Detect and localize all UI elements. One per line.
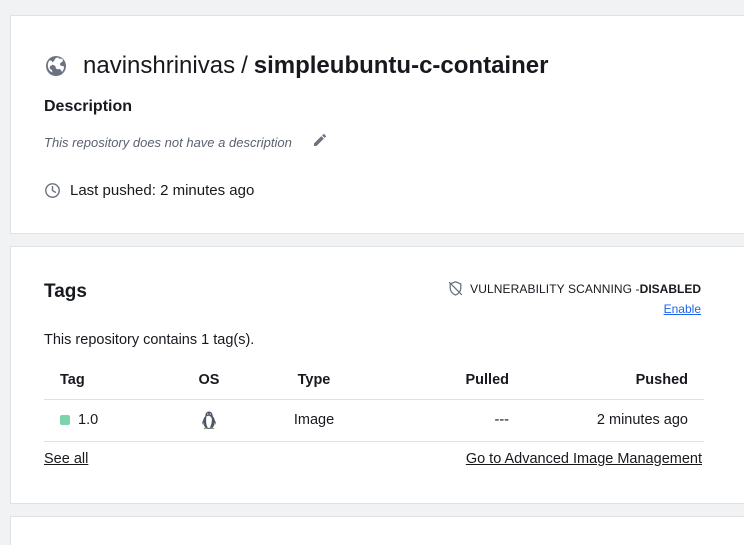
repository-title: navinshrinivas / simpleubuntu-c-container xyxy=(83,52,548,80)
tag-name[interactable]: 1.0 xyxy=(78,412,98,428)
tags-table: Tag OS Type Pulled Pushed 1.0 Image --- … xyxy=(44,361,704,442)
tags-heading: Tags xyxy=(44,281,87,302)
column-header-os: OS xyxy=(174,361,244,400)
table-row: 1.0 Image --- 2 minutes ago xyxy=(44,399,704,442)
globe-icon xyxy=(46,56,66,76)
enable-scanning-link[interactable]: Enable xyxy=(664,302,701,316)
last-pushed-text: Last pushed: 2 minutes ago xyxy=(70,182,255,199)
column-header-tag: Tag xyxy=(44,361,174,400)
last-pushed-row: Last pushed: 2 minutes ago xyxy=(44,182,254,199)
tag-status-dot xyxy=(60,415,70,425)
column-header-pulled: Pulled xyxy=(384,361,509,400)
tags-card: Tags VULNERABILITY SCANNING - DISABLED E… xyxy=(10,246,744,504)
column-header-pushed: Pushed xyxy=(509,361,704,400)
next-section-card xyxy=(10,516,744,545)
type-cell: Image xyxy=(244,399,384,442)
repository-title-row: navinshrinivas / simpleubuntu-c-container xyxy=(44,52,548,80)
description-heading: Description xyxy=(44,98,133,115)
os-cell xyxy=(174,399,244,442)
linux-icon xyxy=(202,411,216,429)
column-header-type: Type xyxy=(244,361,384,400)
advanced-image-management-link[interactable]: Go to Advanced Image Management xyxy=(466,451,702,467)
repository-header-card: navinshrinivas / simpleubuntu-c-container … xyxy=(10,15,744,234)
shield-off-icon xyxy=(448,281,463,296)
tags-table-header: Tag OS Type Pulled Pushed xyxy=(44,361,704,400)
vulnerability-status: DISABLED xyxy=(639,281,701,296)
see-all-link[interactable]: See all xyxy=(44,451,88,467)
repository-name: simpleubuntu-c-container xyxy=(253,52,549,79)
pushed-cell: 2 minutes ago xyxy=(509,399,704,442)
tag-cell[interactable]: 1.0 xyxy=(44,399,174,442)
tag-count-text: This repository contains 1 tag(s). xyxy=(44,332,255,348)
repository-owner[interactable]: navinshrinivas xyxy=(83,52,235,79)
pencil-icon[interactable] xyxy=(312,132,328,148)
vulnerability-label: VULNERABILITY SCANNING - xyxy=(470,281,640,296)
vulnerability-scanning: VULNERABILITY SCANNING - DISABLED Enable xyxy=(447,280,701,316)
description-text: This repository does not have a descript… xyxy=(44,135,292,150)
clock-icon xyxy=(45,183,60,198)
title-separator: / xyxy=(241,52,248,79)
pulled-cell: --- xyxy=(384,399,509,442)
